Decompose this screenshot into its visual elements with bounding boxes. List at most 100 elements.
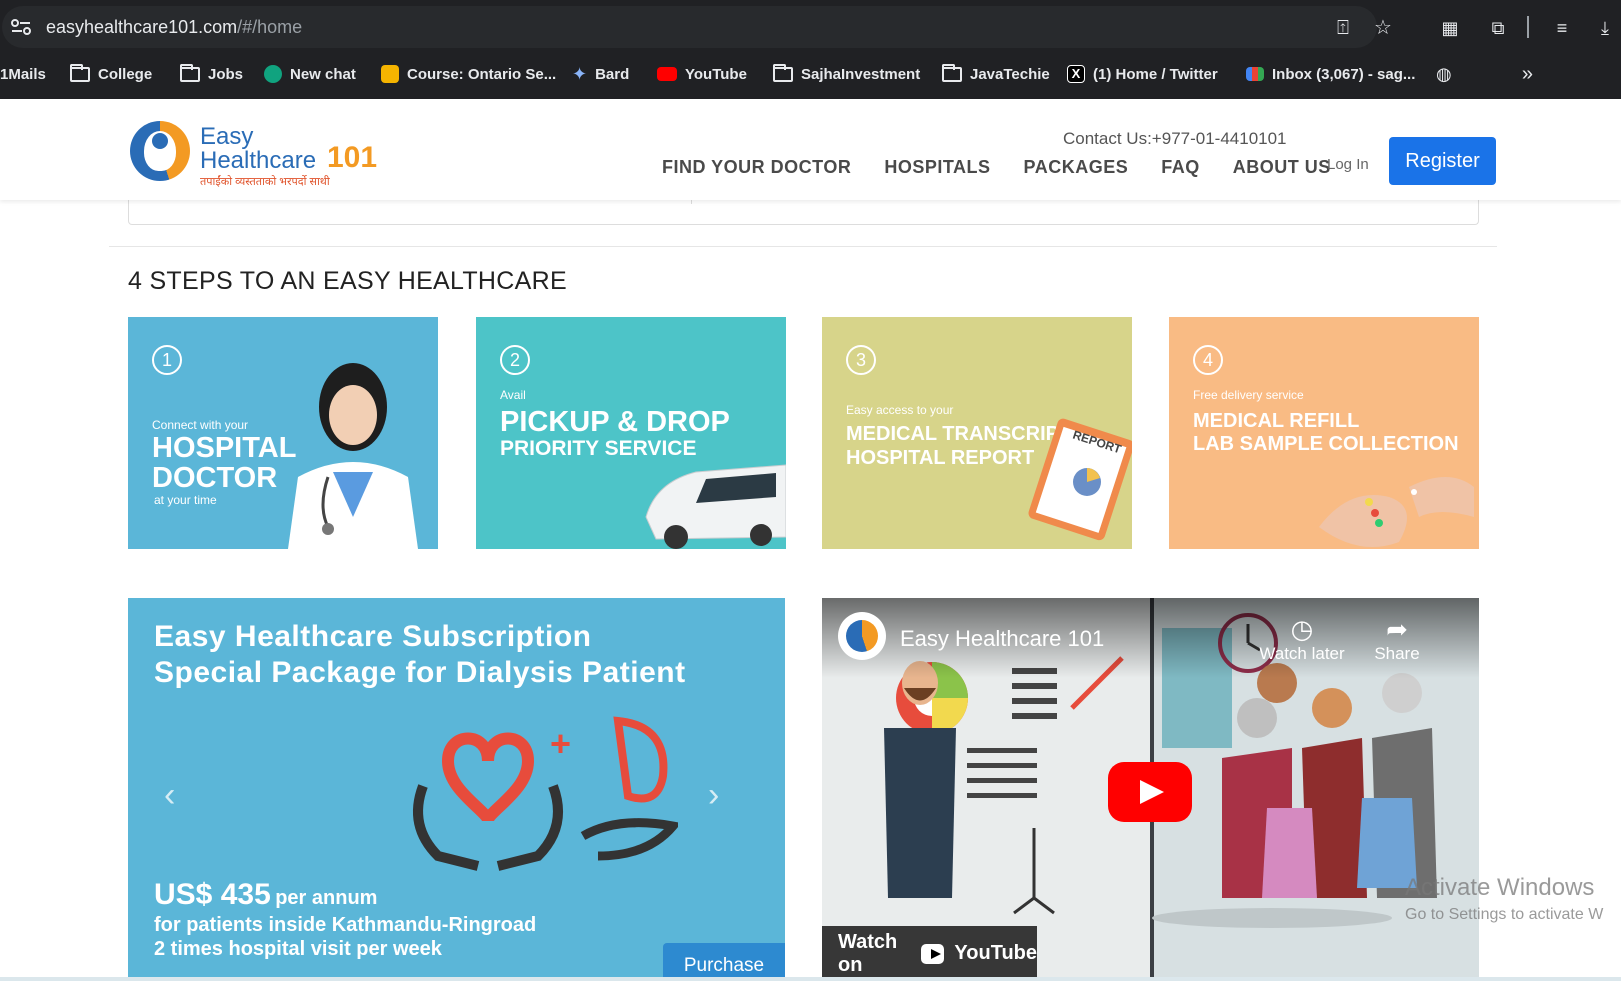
- nav-packages[interactable]: PACKAGES: [1024, 157, 1129, 178]
- carousel-next-button[interactable]: ›: [708, 776, 719, 815]
- section-divider: [109, 246, 1497, 247]
- browser-chrome: easyhealthcare101.com/#/home ⍐ ☆ ▦ ⧉ ≡ ⤓…: [0, 0, 1621, 99]
- url-text[interactable]: easyhealthcare101.com/#/home: [46, 17, 302, 38]
- youtube-icon: [657, 67, 677, 81]
- bookmark-twitter[interactable]: X (1) Home / Twitter: [1067, 58, 1218, 90]
- steps-section-title: 4 STEPS TO AN EASY HEALTHCARE: [128, 267, 567, 295]
- step-number: 4: [1193, 345, 1223, 375]
- price-amount: US$ 435: [154, 878, 271, 911]
- share-icon: ➦: [1386, 614, 1408, 644]
- step-caption: at your time: [154, 493, 217, 507]
- banner-detail-line1: for patients inside Kathmandu-Ringroad: [154, 914, 537, 936]
- site-header: Easy Healthcare 101 तपाईंको व्यस्तताको भ…: [0, 99, 1621, 200]
- doctor-illustration: [288, 363, 418, 549]
- step-title-line1: PICKUP & DROP: [500, 406, 730, 438]
- watch-later-button[interactable]: ◷ Watch later: [1257, 614, 1347, 664]
- channel-avatar-icon[interactable]: [838, 612, 886, 660]
- nav-faq[interactable]: FAQ: [1161, 157, 1200, 178]
- course-icon: [381, 65, 399, 83]
- step-card-3[interactable]: 3 Easy access to your MEDICAL TRANSCRIPT…: [822, 317, 1132, 549]
- youtube-logo-icon: [921, 943, 945, 964]
- bookmarks-bar: 1Mails College Jobs New chat Course: Ont…: [0, 58, 1621, 90]
- bookmark-course[interactable]: Course: Ontario Se...: [381, 58, 556, 90]
- bookmark-1mails[interactable]: 1Mails: [0, 58, 46, 90]
- youtube-video-embed[interactable]: Easy Healthcare 101 ◷ Watch later ➦ Shar…: [822, 598, 1479, 981]
- bookmark-globe[interactable]: ◍: [1436, 58, 1452, 90]
- bookmark-label: YouTube: [685, 65, 747, 83]
- step-subtitle: Free delivery service: [1193, 388, 1304, 402]
- gmail-icon: [1246, 67, 1264, 81]
- extensions-icon[interactable]: ⧉: [1486, 16, 1510, 40]
- logo-tagline: तपाईंको व्यस्तताको भरपर्दो साथी: [200, 176, 330, 188]
- folder-icon: [180, 63, 200, 82]
- video-title[interactable]: Easy Healthcare 101: [900, 626, 1104, 652]
- site-logo[interactable]: Easy Healthcare 101 तपाईंको व्यस्तताको भ…: [130, 119, 380, 189]
- step-subtitle: Easy access to your: [846, 403, 954, 417]
- chatgpt-icon: [264, 65, 282, 83]
- carousel-prev-button[interactable]: ‹: [164, 776, 175, 815]
- logo-text-101: 101: [327, 141, 378, 174]
- svg-text:+: +: [550, 723, 571, 764]
- bookmark-label: Bard: [595, 65, 630, 83]
- step-subtitle: Avail: [500, 388, 526, 402]
- heart-kidney-illustration: +: [413, 716, 678, 871]
- bookmark-gmail[interactable]: Inbox (3,067) - sag...: [1246, 58, 1415, 90]
- play-button[interactable]: [1108, 762, 1192, 822]
- watch-on-label: Watch on: [838, 930, 898, 976]
- bookmark-star-icon[interactable]: ☆: [1372, 17, 1394, 39]
- logo-emblem-icon: [130, 121, 190, 181]
- activate-line1: Activate Windows: [1405, 874, 1595, 901]
- bookmark-label: SajhaInvestment: [801, 65, 921, 83]
- bookmark-label: JavaTechie: [970, 65, 1050, 83]
- nav-find-doctor[interactable]: FIND YOUR DOCTOR: [662, 157, 851, 178]
- bookmark-sajhainvestment[interactable]: SajhaInvestment: [773, 58, 920, 90]
- bookmark-label: New chat: [290, 65, 356, 83]
- bookmark-label: (1) Home / Twitter: [1093, 65, 1218, 83]
- bookmark-youtube[interactable]: YouTube: [657, 58, 747, 90]
- bookmark-new-chat[interactable]: New chat: [264, 58, 356, 90]
- step-card-1[interactable]: 1 Connect with your HOSPITAL DOCTOR at y…: [128, 317, 438, 549]
- nav-hospitals[interactable]: HOSPITALS: [884, 157, 990, 178]
- share-button[interactable]: ➦ Share: [1352, 614, 1442, 664]
- watch-on-youtube-button[interactable]: Watch on YouTube: [822, 926, 1037, 981]
- logo-text-easy: Easy: [200, 123, 254, 150]
- youtube-wordmark: YouTube: [954, 942, 1037, 964]
- clock-icon: ◷: [1290, 614, 1314, 644]
- bookmark-javatechie[interactable]: JavaTechie: [942, 58, 1050, 90]
- reading-list-icon[interactable]: ≡: [1550, 16, 1574, 40]
- qr-code-icon[interactable]: ▦: [1438, 16, 1462, 40]
- step-number: 3: [846, 345, 876, 375]
- folder-icon: [773, 63, 793, 82]
- nav-about-us[interactable]: ABOUT US: [1233, 157, 1331, 178]
- step-number: 1: [152, 345, 182, 375]
- bookmark-college[interactable]: College: [70, 58, 152, 90]
- address-bar[interactable]: easyhealthcare101.com/#/home ⍐ ☆: [2, 6, 1392, 48]
- banner-price: US$ 435 per annum: [154, 878, 377, 912]
- site-settings-icon[interactable]: [10, 19, 32, 35]
- bookmark-bard[interactable]: ✦ Bard: [572, 58, 629, 90]
- price-period: per annum: [275, 887, 378, 909]
- install-app-icon[interactable]: ⍐: [1332, 17, 1354, 39]
- step-subtitle: Connect with your: [152, 418, 249, 432]
- purchase-button[interactable]: Purchase: [663, 943, 785, 981]
- bookmarks-overflow-button[interactable]: »: [1522, 58, 1533, 90]
- login-link[interactable]: Log In: [1327, 156, 1369, 173]
- bookmark-label: 1Mails: [0, 65, 46, 83]
- subscription-banner[interactable]: Easy Healthcare Subscription Special Pac…: [128, 598, 785, 981]
- step-card-2[interactable]: 2 Avail PICKUP & DROP PRIORITY SERVICE: [476, 317, 786, 549]
- pills-hand-illustration: [1319, 477, 1474, 547]
- bookmark-label: Inbox (3,067) - sag...: [1272, 65, 1416, 83]
- download-icon[interactable]: ⤓: [1593, 16, 1617, 40]
- activate-windows-watermark: Activate Windows Go to Settings to activ…: [1405, 874, 1603, 924]
- register-button[interactable]: Register: [1389, 137, 1496, 185]
- main-nav: FIND YOUR DOCTOR HOSPITALS PACKAGES FAQ …: [662, 157, 1331, 178]
- bookmark-label: College: [98, 65, 153, 83]
- banner-title-line2: Special Package for Dialysis Patient: [154, 656, 686, 689]
- step-card-4[interactable]: 4 Free delivery service MEDICAL REFILL L…: [1169, 317, 1479, 549]
- logo-person-icon: [152, 133, 168, 149]
- step-title-line2: DOCTOR: [152, 462, 278, 494]
- bookmark-jobs[interactable]: Jobs: [180, 58, 243, 90]
- toolbar-divider: [1527, 16, 1529, 38]
- banner-title-line1: Easy Healthcare Subscription: [154, 620, 592, 653]
- bookmark-label: Course: Ontario Se...: [407, 65, 557, 83]
